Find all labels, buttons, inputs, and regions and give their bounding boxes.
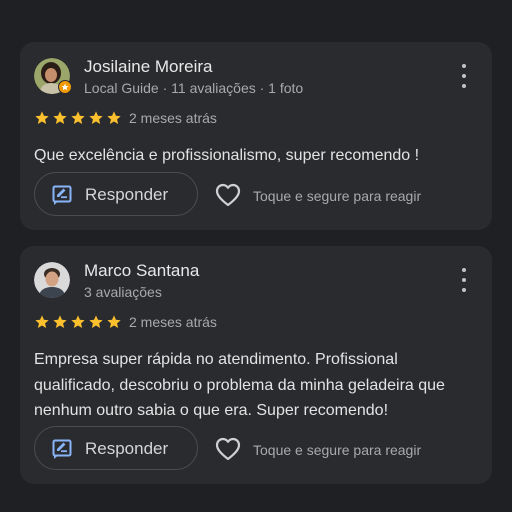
- reply-button-label: Responder: [85, 185, 169, 204]
- heart-outline-icon[interactable]: [214, 181, 242, 209]
- reply-button-label: Responder: [85, 439, 169, 458]
- reviewer-meta: Local Guide · 11 avaliações · 1 foto: [84, 80, 304, 96]
- local-guide-badge-icon: [58, 80, 72, 94]
- review-card: Marco Santana 3 avaliações 2 meses atrás…: [20, 246, 492, 484]
- star-icon: [71, 111, 85, 124]
- reply-icon: [52, 439, 72, 459]
- reviewer-meta: 3 avaliações: [84, 284, 162, 300]
- avatar[interactable]: [34, 262, 70, 298]
- reviewer-name[interactable]: Marco Santana: [84, 261, 199, 281]
- star-icon: [53, 315, 67, 328]
- review-text: Que excelência e profissionalismo, super…: [34, 147, 420, 164]
- review-time: 2 meses atrás: [129, 110, 217, 126]
- review-time: 2 meses atrás: [129, 314, 217, 330]
- react-hint: Toque e segure para reagir: [253, 442, 422, 458]
- react-hint: Toque e segure para reagir: [253, 188, 422, 204]
- more-vertical-icon[interactable]: [460, 64, 468, 88]
- heart-outline-icon[interactable]: [214, 435, 242, 463]
- star-icon: [35, 111, 49, 124]
- reply-button[interactable]: Responder: [34, 172, 198, 216]
- review-text: Empresa super rápida no atendimento. Pro…: [34, 351, 445, 419]
- reply-button[interactable]: Responder: [34, 426, 198, 470]
- star-icon: [53, 111, 67, 124]
- reply-icon: [52, 185, 72, 205]
- star-icon: [35, 315, 49, 328]
- star-rating: [34, 110, 122, 126]
- star-icon: [107, 111, 121, 124]
- star-icon: [89, 111, 103, 124]
- star-rating: [34, 314, 122, 330]
- star-icon: [71, 315, 85, 328]
- star-icon: [107, 315, 121, 328]
- reviewer-name[interactable]: Josilaine Moreira: [84, 57, 213, 77]
- star-icon: [89, 315, 103, 328]
- more-vertical-icon[interactable]: [460, 268, 468, 292]
- review-card: Josilaine Moreira Local Guide · 11 avali…: [20, 42, 492, 230]
